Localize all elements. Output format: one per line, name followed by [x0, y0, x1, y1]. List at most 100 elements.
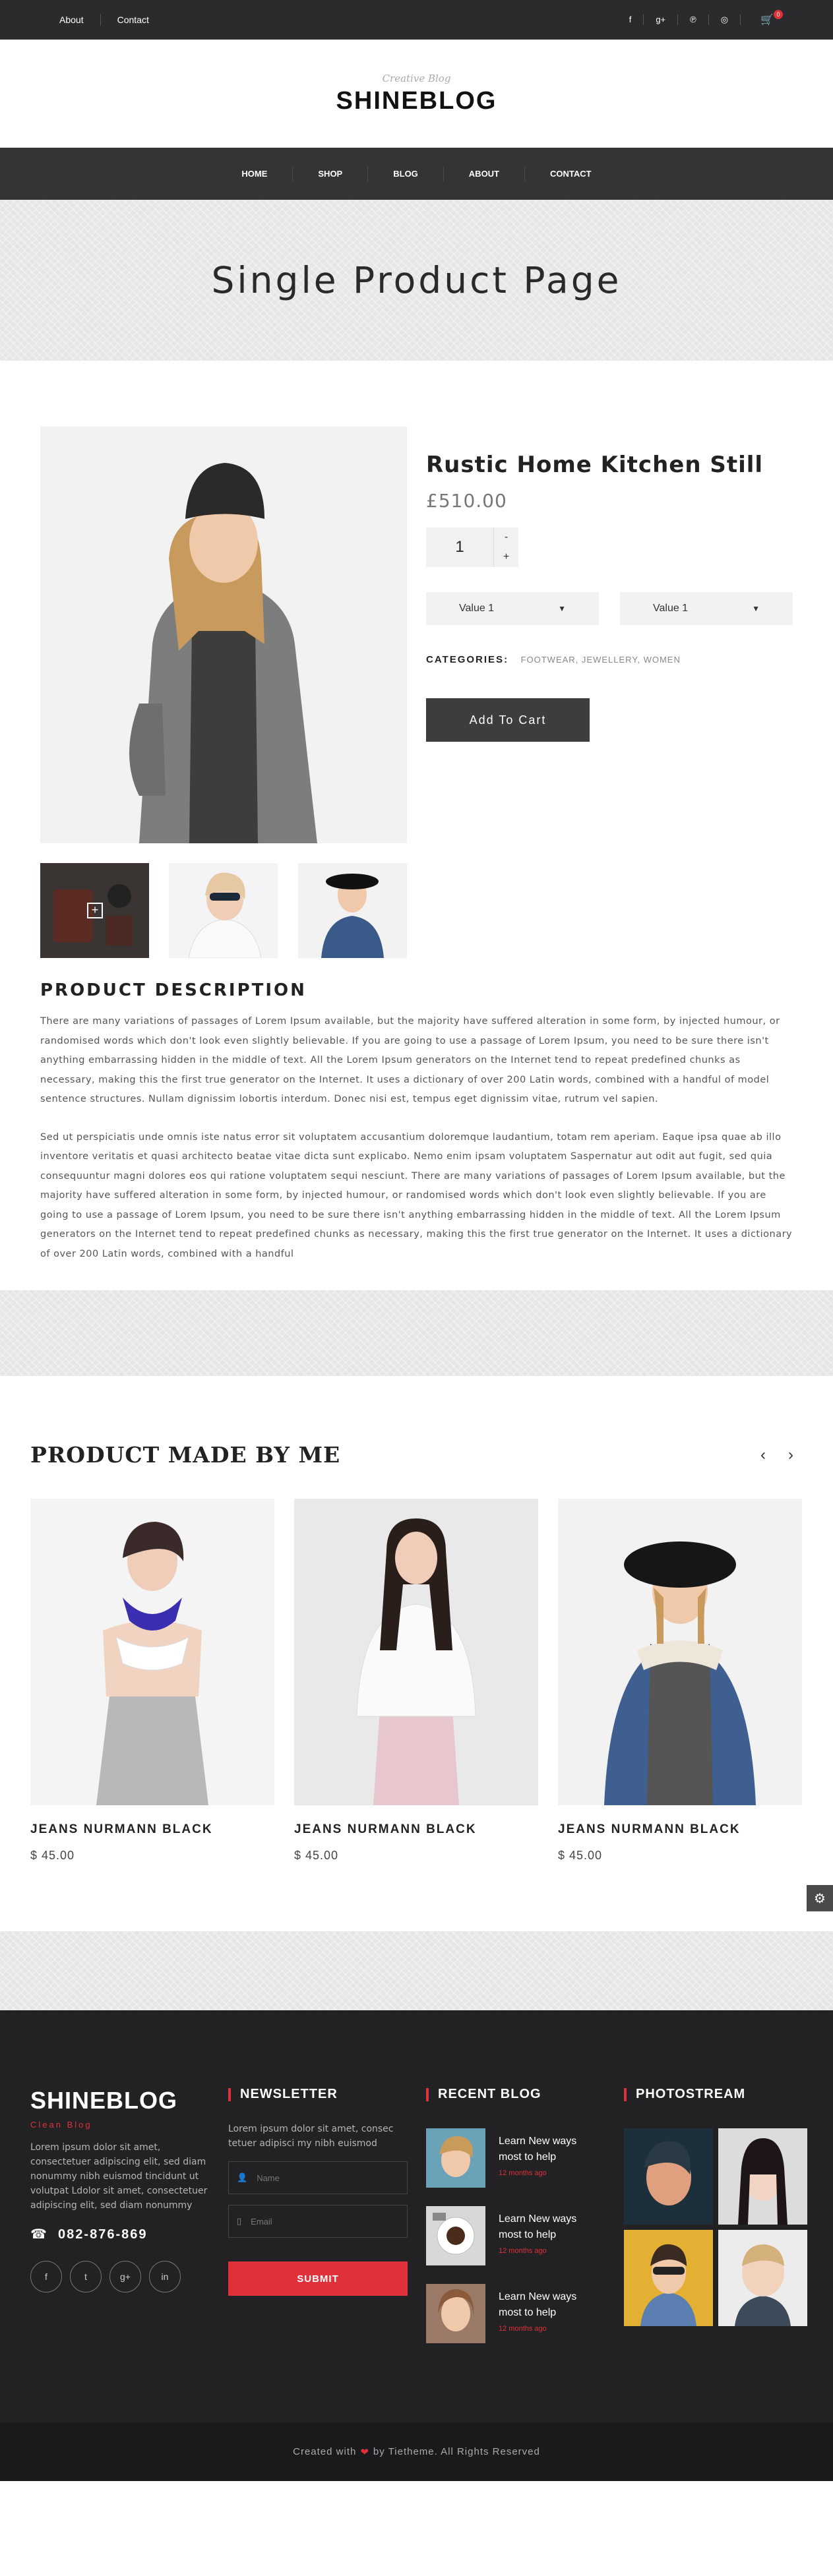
product-card-title[interactable]: JEANS NURMANN BLACK [558, 1822, 802, 1837]
recent-blog-item[interactable]: Learn New ways most to help 12 months ago [426, 2284, 591, 2343]
product-card[interactable]: JEANS NURMANN BLACK $ 45.00 [30, 1499, 274, 1863]
arrow-right-icon[interactable]: › [788, 1446, 793, 1464]
newsletter-email-input[interactable]: ▯ Email [228, 2205, 408, 2238]
footer-social: f t g+ in [30, 2261, 210, 2292]
option-select-1[interactable]: Value 1 ▼ [426, 592, 599, 625]
photostream-image[interactable] [624, 2230, 713, 2326]
product-main-image[interactable] [40, 427, 407, 843]
product-card-price: $ 45.00 [294, 1849, 339, 1862]
nav-item-about[interactable]: ABOUT [444, 166, 526, 181]
pinterest-icon[interactable]: ℗ [678, 15, 709, 25]
product-description: PRODUCT DESCRIPTION There are many varia… [0, 980, 833, 1290]
nav-item-home[interactable]: HOME [216, 166, 293, 181]
top-link-about[interactable]: About [59, 14, 101, 26]
newsletter-name-input[interactable]: 👤 Name [228, 2161, 408, 2194]
google-plus-icon[interactable]: g+ [109, 2261, 141, 2292]
twitter-icon[interactable]: t [70, 2261, 102, 2292]
cart-count-badge: 0 [774, 10, 783, 19]
photostream-grid [624, 2128, 807, 2326]
product-section: + Rustic Home Kitchen Still £510.00 1 - … [0, 361, 833, 980]
related-products-heading: PRODUCT MADE BY ME [30, 1442, 341, 1468]
add-to-cart-button[interactable]: Add To Cart [426, 698, 590, 742]
recent-blog-item[interactable]: Learn New ways most to help 12 months ago [426, 2206, 591, 2265]
quantity-minus-button[interactable]: - [494, 527, 518, 547]
product-card-price: $ 45.00 [30, 1849, 75, 1862]
footer-logo-name[interactable]: SHINEBLOG [30, 2087, 210, 2114]
facebook-icon[interactable]: f [617, 15, 644, 25]
caret-down-icon: ▼ [752, 604, 760, 613]
product-card-title[interactable]: JEANS NURMANN BLACK [30, 1822, 274, 1837]
footer-brand: SHINEBLOG Clean Blog Lorem ipsum dolor s… [30, 2087, 210, 2292]
dribbble-icon[interactable]: ◎ [709, 15, 741, 25]
newsletter-name-placeholder: Name [257, 2172, 280, 2183]
logo-tagline: Creative Blog [382, 72, 451, 84]
option-select-2-value: Value 1 [653, 603, 689, 614]
top-right: f g+ ℗ ◎ 🛒 0 [617, 10, 783, 26]
product-card-price: $ 45.00 [558, 1849, 603, 1862]
footer-photostream: PHOTOSTREAM [624, 2087, 807, 2326]
settings-gear-icon[interactable]: ⚙ [807, 1885, 833, 1911]
category-link-women[interactable]: WOMEN [644, 655, 681, 665]
recent-blog-date: 12 months ago [499, 2247, 547, 2255]
pattern-band [0, 1931, 833, 2010]
product-title: Rustic Home Kitchen Still [426, 452, 764, 478]
recent-blog-item[interactable]: Learn New ways most to help 12 months ago [426, 2128, 591, 2188]
nav-item-contact[interactable]: CONTACT [525, 167, 617, 181]
recent-blog-thumb[interactable] [426, 2206, 485, 2265]
product-card[interactable]: JEANS NURMANN BLACK $ 45.00 [558, 1499, 802, 1863]
related-products-section: PRODUCT MADE BY ME ‹ › JEANS NURMANN BLA… [0, 1376, 833, 1931]
site-footer: SHINEBLOG Clean Blog Lorem ipsum dolor s… [0, 2010, 833, 2422]
option-select-1-value: Value 1 [459, 603, 495, 614]
option-select-2[interactable]: Value 1 ▼ [620, 592, 793, 625]
footer-logo-sub: Clean Blog [30, 2120, 92, 2130]
cart-icon[interactable]: 🛒 0 [760, 10, 783, 26]
quantity-value[interactable]: 1 [426, 527, 493, 567]
footer-phone-number: 082-876-869 [58, 2227, 148, 2242]
product-price: £510.00 [426, 490, 507, 512]
arrow-left-icon[interactable]: ‹ [760, 1446, 766, 1464]
recent-blog-thumb[interactable] [426, 2284, 485, 2343]
product-categories: CATEGORIES: FOOTWEAR, JEWELLERY, WOMEN [426, 654, 681, 665]
linkedin-icon[interactable]: in [149, 2261, 181, 2292]
recent-blog-thumb[interactable] [426, 2128, 485, 2188]
nav-item-shop[interactable]: SHOP [293, 166, 369, 181]
product-thumb-1[interactable]: + [40, 863, 149, 958]
copyright-post: by Tietheme. All Rights Reserved [373, 2446, 540, 2457]
social-links: f g+ ℗ ◎ [617, 15, 741, 25]
product-thumb-2[interactable] [169, 863, 278, 958]
product-card-image[interactable] [30, 1499, 274, 1805]
quantity-plus-button[interactable]: + [494, 547, 518, 567]
product-card-image[interactable] [558, 1499, 802, 1805]
google-plus-icon[interactable]: g+ [644, 15, 679, 25]
copyright-pre: Created with [293, 2446, 357, 2457]
recent-blog-title[interactable]: Learn New ways most to help [499, 2211, 591, 2243]
recent-blog-title[interactable]: Learn New ways most to help [499, 2289, 591, 2321]
photostream-image[interactable] [718, 2230, 807, 2326]
nav-item-blog[interactable]: BLOG [368, 166, 444, 181]
photostream-heading: PHOTOSTREAM [624, 2087, 807, 2102]
photostream-image[interactable] [718, 2128, 807, 2225]
newsletter-submit-button[interactable]: SUBMIT [228, 2261, 408, 2296]
copyright-bar: Created with ❤ by Tietheme. All Rights R… [0, 2422, 833, 2481]
top-link-contact[interactable]: Contact [101, 14, 166, 26]
top-bar: About Contact f g+ ℗ ◎ 🛒 0 [0, 0, 833, 40]
recent-blog-title[interactable]: Learn New ways most to help [499, 2134, 591, 2165]
user-icon: 👤 [237, 2172, 248, 2182]
product-card-image[interactable] [294, 1499, 538, 1805]
zoom-plus-icon[interactable]: + [87, 903, 103, 918]
facebook-icon[interactable]: f [30, 2261, 62, 2292]
quantity-stepper[interactable]: 1 - + [426, 527, 518, 567]
category-link-footwear[interactable]: FOOTWEAR [521, 655, 576, 665]
main-nav: HOME SHOP BLOG ABOUT CONTACT [0, 148, 833, 200]
footer-about-text: Lorem ipsum dolor sit amet, consectetuer… [30, 2142, 208, 2211]
newsletter-heading: NEWSLETTER [228, 2087, 408, 2102]
footer-recent-blog: RECENT BLOG Learn New ways most to help 1… [426, 2087, 591, 2343]
product-card-title[interactable]: JEANS NURMANN BLACK [294, 1822, 538, 1837]
product-thumb-3[interactable] [298, 863, 407, 958]
category-link-jewellery[interactable]: JEWELLERY [582, 655, 637, 665]
page-hero: Single Product Page [0, 200, 833, 361]
photostream-image[interactable] [624, 2128, 713, 2225]
recent-blog-date: 12 months ago [499, 2169, 547, 2177]
product-card[interactable]: JEANS NURMANN BLACK $ 45.00 [294, 1499, 538, 1863]
site-logo[interactable]: Creative Blog SHINEBLOG [0, 40, 833, 148]
